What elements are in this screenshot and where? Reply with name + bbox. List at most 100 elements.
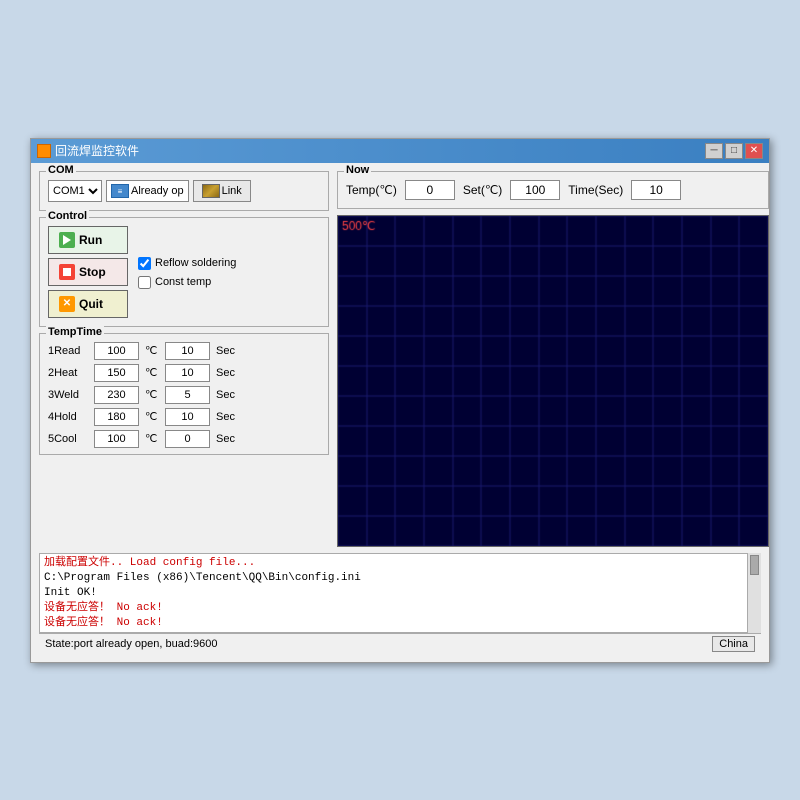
maximize-button[interactable]: □ [725, 143, 743, 159]
tt-temp-input-1[interactable] [94, 364, 139, 382]
app-icon [37, 144, 51, 158]
now-section: Now Temp(℃) Set(℃) Time(Sec) [337, 171, 769, 209]
tt-sec-input-0[interactable] [165, 342, 210, 360]
x-icon: ✕ [63, 298, 71, 309]
tt-temp-unit-4: ℃ [145, 432, 159, 445]
link-label: Link [222, 185, 242, 197]
tt-sec-unit-4: Sec [216, 433, 235, 445]
tt-sec-input-1[interactable] [165, 364, 210, 382]
set-label: Set(℃) [463, 183, 502, 197]
tt-temp-unit-0: ℃ [145, 344, 159, 357]
temp-label: Temp(℃) [346, 183, 397, 197]
now-row: Temp(℃) Set(℃) Time(Sec) [346, 180, 760, 200]
reflow-label: Reflow soldering [155, 257, 236, 269]
log-line: 设备无应答！ No ack! [44, 601, 756, 616]
tt-sec-unit-2: Sec [216, 389, 235, 401]
tt-row: 1Read ℃ Sec [48, 342, 320, 360]
tt-name-0: 1Read [48, 345, 88, 357]
time-label: Time(Sec) [568, 183, 623, 197]
tt-sec-input-2[interactable] [165, 386, 210, 404]
quit-label: Quit [79, 297, 103, 311]
main-content: COM COM1 COM2 COM3 ≡ Already op [31, 163, 769, 662]
run-icon [59, 232, 75, 248]
top-section: COM COM1 COM2 COM3 ≡ Already op [39, 171, 761, 547]
temp-time-section: TempTime 1Read ℃ Sec 2Heat ℃ Sec 3Weld ℃… [39, 333, 329, 455]
minimize-button[interactable]: ─ [705, 143, 723, 159]
tt-temp-unit-3: ℃ [145, 410, 159, 423]
quit-icon: ✕ [59, 296, 75, 312]
checkbox-col: Reflow soldering Const temp [138, 226, 236, 318]
tt-sec-input-4[interactable] [165, 430, 210, 448]
const-checkbox[interactable] [138, 276, 151, 289]
log-line: 设备无应答！ No ack! [44, 616, 756, 631]
quit-button[interactable]: ✕ Quit [48, 290, 128, 318]
control-section: Run Stop ✕ [48, 226, 320, 318]
main-window: 回流焊监控软件 ─ □ ✕ COM COM1 COM2 [30, 138, 770, 663]
title-bar: 回流焊监控软件 ─ □ ✕ [31, 139, 769, 163]
const-checkbox-row: Const temp [138, 276, 236, 289]
window-title: 回流焊监控软件 [55, 142, 139, 159]
chart-canvas [338, 216, 768, 546]
com-group-label: COM [46, 164, 76, 176]
tt-temp-unit-1: ℃ [145, 366, 159, 379]
already-button[interactable]: ≡ Already op [106, 180, 189, 202]
stop-square-icon [63, 268, 71, 276]
stop-icon [59, 264, 75, 280]
log-line: 加载配置文件.. Load config file... [44, 556, 756, 571]
tt-name-3: 4Hold [48, 411, 88, 423]
temp-input[interactable] [405, 180, 455, 200]
com-group: COM COM1 COM2 COM3 ≡ Already op [39, 171, 329, 211]
time-input[interactable] [631, 180, 681, 200]
log-line: Init OK! [44, 586, 756, 601]
run-button[interactable]: Run [48, 226, 128, 254]
scrollbar-thumb[interactable] [750, 555, 759, 575]
reflow-checkbox[interactable] [138, 257, 151, 270]
tt-name-2: 3Weld [48, 389, 88, 401]
already-label: Already op [131, 185, 184, 197]
link-icon [202, 184, 220, 198]
link-button[interactable]: Link [193, 180, 251, 202]
tt-sec-input-3[interactable] [165, 408, 210, 426]
com-select-wrapper: COM1 COM2 COM3 [48, 180, 102, 202]
control-group: Control Run [39, 217, 329, 327]
tt-sec-unit-1: Sec [216, 367, 235, 379]
tt-row: 3Weld ℃ Sec [48, 386, 320, 404]
log-line: C:\Program Files (x86)\Tencent\QQ\Bin\co… [44, 571, 756, 586]
control-group-label: Control [46, 210, 89, 222]
status-bar: State:port already open, buad:9600 China [39, 633, 761, 654]
reflow-checkbox-row: Reflow soldering [138, 257, 236, 270]
tt-temp-input-2[interactable] [94, 386, 139, 404]
stop-button[interactable]: Stop [48, 258, 128, 286]
status-text: State:port already open, buad:9600 [45, 638, 217, 650]
tt-sec-unit-0: Sec [216, 345, 235, 357]
com-select[interactable]: COM1 COM2 COM3 [48, 180, 102, 202]
already-icon: ≡ [111, 184, 129, 198]
tt-row: 2Heat ℃ Sec [48, 364, 320, 382]
const-label: Const temp [155, 276, 211, 288]
stop-label: Stop [79, 265, 106, 279]
tt-name-1: 2Heat [48, 367, 88, 379]
chart-container [337, 215, 769, 547]
set-input[interactable] [510, 180, 560, 200]
left-panel: COM COM1 COM2 COM3 ≡ Already op [39, 171, 329, 547]
tt-temp-input-3[interactable] [94, 408, 139, 426]
control-buttons: Run Stop ✕ [48, 226, 128, 318]
temp-time-label: TempTime [46, 326, 104, 338]
log-wrapper: 加载配置文件.. Load config file...C:\Program F… [39, 553, 761, 633]
right-panel: Now Temp(℃) Set(℃) Time(Sec) [337, 171, 769, 547]
tt-temp-input-4[interactable] [94, 430, 139, 448]
run-label: Run [79, 233, 102, 247]
china-button[interactable]: China [712, 636, 755, 652]
tt-sec-unit-3: Sec [216, 411, 235, 423]
log-area[interactable]: 加载配置文件.. Load config file...C:\Program F… [39, 553, 761, 633]
scrollbar-track[interactable] [747, 553, 761, 633]
play-icon [63, 235, 71, 245]
tt-row: 4Hold ℃ Sec [48, 408, 320, 426]
close-button[interactable]: ✕ [745, 143, 763, 159]
title-bar-controls: ─ □ ✕ [705, 143, 763, 159]
temp-time-rows: 1Read ℃ Sec 2Heat ℃ Sec 3Weld ℃ Sec 4Hol… [48, 342, 320, 448]
now-label: Now [344, 164, 371, 176]
tt-temp-unit-2: ℃ [145, 388, 159, 401]
tt-row: 5Cool ℃ Sec [48, 430, 320, 448]
tt-temp-input-0[interactable] [94, 342, 139, 360]
